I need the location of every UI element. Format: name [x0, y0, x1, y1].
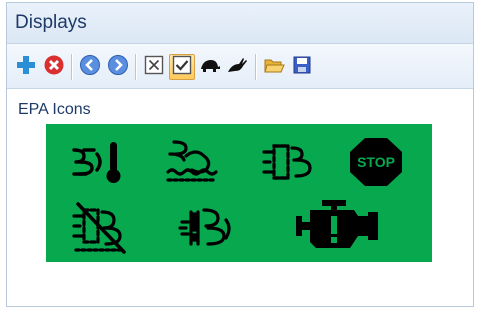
rabbit-button[interactable] — [225, 54, 251, 80]
check-engine-icon[interactable] — [294, 194, 380, 256]
regeneration-inhibit-icon[interactable] — [70, 200, 130, 256]
uncheck-button[interactable] — [141, 54, 167, 80]
add-icon — [15, 54, 37, 81]
toolbar-separator — [255, 54, 256, 80]
turtle-button[interactable] — [197, 54, 223, 80]
svg-text:STOP: STOP — [357, 154, 395, 170]
panel-header: Displays — [7, 3, 473, 44]
toolbar — [7, 44, 473, 89]
open-folder-icon — [263, 54, 285, 81]
panel-title: Displays — [15, 12, 87, 33]
back-button[interactable] — [77, 54, 103, 80]
exhaust-temperature-icon[interactable] — [70, 134, 130, 190]
save-icon — [291, 54, 313, 81]
exhaust-regeneration-icon[interactable] — [162, 134, 222, 190]
epa-icon-display: STOP — [46, 124, 432, 262]
rabbit-icon — [226, 54, 250, 81]
check-button[interactable] — [169, 54, 195, 80]
uncheck-icon — [143, 54, 165, 81]
toolbar-separator — [71, 54, 72, 80]
section-label: EPA Icons — [18, 101, 91, 118]
save-button[interactable] — [289, 54, 315, 80]
delete-icon — [43, 54, 65, 81]
turtle-icon — [198, 54, 222, 81]
stop-icon[interactable]: STOP — [346, 134, 406, 190]
toolbar-separator — [135, 54, 136, 80]
delete-button[interactable] — [41, 54, 67, 80]
forward-button[interactable] — [105, 54, 131, 80]
def-warning-icon[interactable] — [176, 200, 236, 256]
dpf-icon[interactable] — [260, 134, 320, 190]
forward-icon — [107, 54, 129, 81]
open-button[interactable] — [261, 54, 287, 80]
back-icon — [79, 54, 101, 81]
add-button[interactable] — [13, 54, 39, 80]
check-icon — [171, 54, 193, 81]
